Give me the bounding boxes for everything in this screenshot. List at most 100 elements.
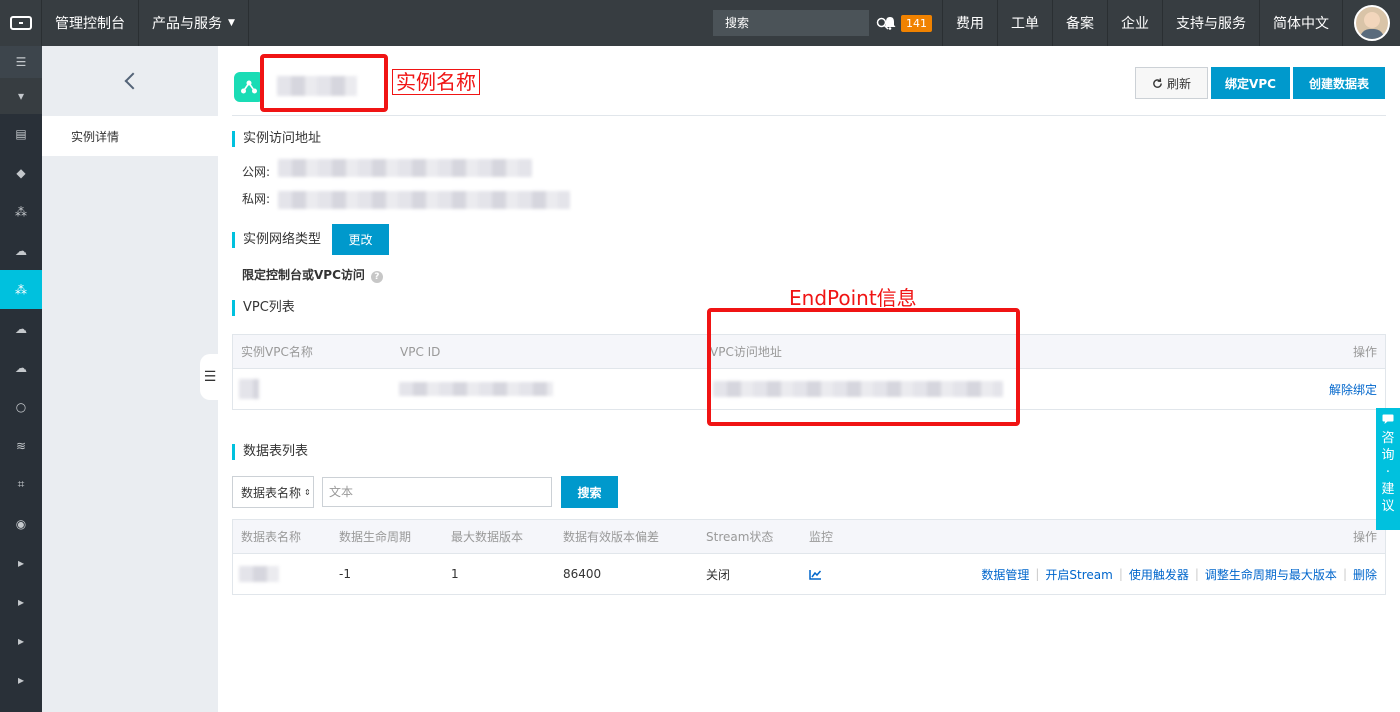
nav-enterprise[interactable]: 企业 xyxy=(1107,0,1162,46)
use-trigger-link[interactable]: 使用触发器 xyxy=(1129,566,1189,583)
vpc-name-redacted xyxy=(239,379,259,399)
create-table-button[interactable]: 创建数据表 xyxy=(1293,67,1385,99)
secondary-sidebar: 实例详情 xyxy=(42,46,218,712)
table-search-input[interactable] xyxy=(322,477,552,507)
adjust-ttl-link[interactable]: 调整生命周期与最大版本 xyxy=(1205,566,1337,583)
select-arrows-icon: ⇕ xyxy=(304,487,311,497)
search-field-select[interactable]: 数据表名称 ⇕ xyxy=(232,476,314,508)
server-icon[interactable]: ▤ xyxy=(0,114,42,153)
help-icon[interactable]: ? xyxy=(370,271,383,283)
column-header: 操作 xyxy=(1352,530,1377,544)
notification-badge: 141 xyxy=(901,14,932,32)
endpoint-annotation: EndPoint信息 xyxy=(789,286,917,310)
bind-vpc-button[interactable]: 绑定VPC xyxy=(1211,67,1290,99)
main-content: 实例名称 刷新 绑定VPC 创建数据表 实例访问地址 公网: 私网: 实例网络类… xyxy=(232,46,1386,712)
back-button[interactable] xyxy=(42,46,218,116)
column-header: 实例VPC名称 xyxy=(241,345,313,359)
public-address-redacted xyxy=(278,159,532,177)
chat-icon xyxy=(1382,414,1394,424)
database-icon[interactable]: ◆ xyxy=(0,153,42,192)
search-field-value: 数据表名称 xyxy=(241,485,302,500)
private-label: 私网: xyxy=(242,192,271,206)
action-separator: | xyxy=(1118,567,1123,581)
top-search-input[interactable] xyxy=(713,10,875,36)
deviation-value: 86400 xyxy=(563,567,602,581)
consult-char: 议 xyxy=(1381,499,1395,514)
instance-name-annotation: 实例名称 xyxy=(392,69,480,95)
private-address-redacted xyxy=(278,191,570,209)
table-search-button[interactable]: 搜索 xyxy=(561,476,618,508)
action-separator: | xyxy=(1342,567,1347,581)
network-section-title: 实例网络类型 xyxy=(232,232,321,248)
nav-support[interactable]: 支持与服务 xyxy=(1162,0,1259,46)
refresh-button[interactable]: 刷新 xyxy=(1135,67,1208,99)
access-section-title: 实例访问地址 xyxy=(232,131,321,147)
ring-icon[interactable]: ○ xyxy=(0,387,42,426)
column-header: 操作 xyxy=(1352,345,1377,359)
sidebar-item-instance-detail[interactable]: 实例详情 xyxy=(42,116,218,156)
row-actions: 数据管理 | 开启Stream | 使用触发器 | 调整生命周期与最大版本 | 删除 xyxy=(981,554,1377,594)
vpc-section-title: VPC列表 xyxy=(232,300,295,316)
cloud-icon[interactable]: ☁ xyxy=(0,309,42,348)
consult-char: · xyxy=(1385,465,1391,480)
consult-char: 咨 xyxy=(1381,431,1395,446)
column-header: VPC ID xyxy=(400,344,441,359)
chevron-left-icon xyxy=(124,72,142,90)
ttl-value: -1 xyxy=(339,567,351,581)
expand-arrow-icon[interactable]: ▸ xyxy=(0,582,42,621)
max-versions-value: 1 xyxy=(451,567,459,581)
expand-arrow-icon[interactable]: ▸ xyxy=(0,621,42,660)
enable-stream-link[interactable]: 开启Stream xyxy=(1045,566,1112,583)
layers-icon[interactable]: ≋ xyxy=(0,426,42,465)
table-name-redacted[interactable] xyxy=(239,566,279,582)
consult-char: 建 xyxy=(1381,482,1395,497)
delete-link[interactable]: 删除 xyxy=(1353,566,1377,583)
change-network-button[interactable]: 更改 xyxy=(332,224,389,255)
expand-arrow-icon[interactable]: ▸ xyxy=(0,660,42,699)
console-link[interactable]: 管理控制台 xyxy=(42,0,139,46)
consult-feedback-tab[interactable]: 咨 询 · 建 议 xyxy=(1376,408,1400,530)
column-header: 监控 xyxy=(809,530,834,544)
table-row: -1 1 86400 关闭 数据管理 | 开启Stream | 使用触发器 | 调整生… xyxy=(233,554,1385,594)
tables-section-title: 数据表列表 xyxy=(232,444,308,460)
network-mode: 限定控制台或VPC访问? xyxy=(242,266,383,283)
nav-billing[interactable]: 费用 xyxy=(942,0,997,46)
monitor-icon[interactable] xyxy=(809,554,822,594)
nav-tickets[interactable]: 工单 xyxy=(997,0,1052,46)
consult-char: 询 xyxy=(1381,448,1395,463)
products-menu[interactable]: 产品与服务 ▼ xyxy=(139,0,249,46)
network-icon[interactable]: ⁂ xyxy=(0,192,42,231)
table-store-icon[interactable]: ⁂ xyxy=(0,270,42,309)
nav-language[interactable]: 简体中文 xyxy=(1259,0,1342,46)
aliyun-logo[interactable] xyxy=(0,0,42,46)
cloud-outline-icon[interactable]: ☁ xyxy=(0,348,42,387)
page-header: 实例名称 刷新 绑定VPC 创建数据表 xyxy=(232,54,1386,116)
endpoint-highlight xyxy=(707,308,1020,426)
data-table: 数据表名称 数据生命周期 最大数据版本 数据有效版本偏差 Stream状态 监控… xyxy=(232,519,1386,595)
unbind-link[interactable]: 解除绑定 xyxy=(1329,369,1377,409)
data-manage-link[interactable]: 数据管理 xyxy=(981,566,1029,583)
sidebar-collapse-icon[interactable]: ▾ xyxy=(0,78,42,114)
products-label: 产品与服务 xyxy=(152,16,222,32)
stream-status-value: 关闭 xyxy=(706,567,731,582)
chip-icon[interactable]: ⌗ xyxy=(0,465,42,504)
eye-icon[interactable]: ◉ xyxy=(0,504,42,543)
column-header: 数据表名称 xyxy=(241,530,302,544)
menu-icon[interactable]: ☰ xyxy=(0,46,42,78)
refresh-icon xyxy=(1153,77,1162,88)
notifications[interactable]: 141 xyxy=(883,14,932,32)
action-separator: | xyxy=(1035,567,1040,581)
icon-sidebar: ☰ ▾ ▤ ◆ ⁂ ☁ ⁂ ☁ ☁ ○ ≋ ⌗ ◉ ▸ ▸ ▸ ▸ xyxy=(0,46,42,712)
column-header: Stream状态 xyxy=(706,530,774,544)
cloud-upload-icon[interactable]: ☁ xyxy=(0,231,42,270)
vpc-id-redacted xyxy=(399,382,553,396)
caret-down-icon: ▼ xyxy=(228,18,235,28)
public-label: 公网: xyxy=(242,165,271,179)
expand-arrow-icon[interactable]: ▸ xyxy=(0,543,42,582)
data-table-header: 数据表名称 数据生命周期 最大数据版本 数据有效版本偏差 Stream状态 监控… xyxy=(233,520,1385,554)
action-separator: | xyxy=(1194,567,1199,581)
user-avatar[interactable] xyxy=(1342,0,1400,46)
refresh-label: 刷新 xyxy=(1166,76,1191,91)
sidebar-toggle-handle[interactable]: ☰ xyxy=(200,354,220,400)
nav-icp[interactable]: 备案 xyxy=(1052,0,1107,46)
